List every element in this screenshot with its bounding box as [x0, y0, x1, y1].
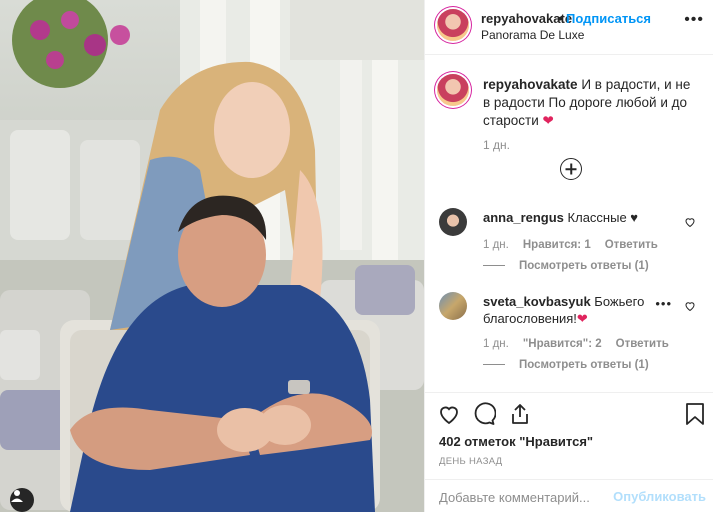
load-more-comments-button[interactable] [560, 158, 582, 180]
photo-illustration [0, 0, 424, 512]
view-replies-button[interactable]: Посмотреть ответы (1) [483, 359, 649, 371]
comment-time[interactable]: 1 дн. [483, 239, 509, 251]
comment-meta: 1 дн. Нравится: 1 Ответить [483, 239, 658, 251]
reply-button[interactable]: Ответить [605, 239, 658, 251]
location-link[interactable]: Panorama De Luxe [481, 28, 584, 42]
caption-author-avatar[interactable] [437, 74, 469, 106]
bookmark-icon[interactable] [684, 402, 706, 426]
view-replies-label: Посмотреть ответы (1) [519, 260, 649, 272]
comment-text: anna_rengus Классные ♥ [483, 209, 683, 226]
comment-time[interactable]: 1 дн. [483, 338, 509, 350]
commenter-avatar[interactable] [439, 208, 467, 236]
likes-count[interactable]: 402 отметок "Нравится" [439, 434, 593, 449]
caption-text: repyahovakate И в радости, и не в радост… [483, 76, 701, 130]
post-photo[interactable] [0, 0, 424, 512]
comment-text: sveta_kovbasyuk Божьего благословения!❤ [483, 293, 673, 327]
separator-dot: • [558, 11, 563, 26]
comment-like-icon[interactable] [684, 216, 696, 228]
comment-likes[interactable]: Нравится: 1 [523, 239, 591, 251]
follow-button[interactable]: Подписаться [566, 11, 651, 26]
comment-meta: 1 дн. "Нравится": 2 Ответить [483, 338, 669, 350]
reply-button[interactable]: Ответить [616, 338, 669, 350]
comment-bubble-icon[interactable] [472, 402, 496, 426]
publish-button[interactable]: Опубликовать [613, 489, 706, 504]
red-heart-emoji: ❤ [576, 311, 588, 326]
comment-body: Классные ♥ [563, 210, 639, 225]
commenter-avatar[interactable] [439, 292, 467, 320]
comment-more-icon[interactable]: ••• [655, 296, 672, 311]
post-date[interactable]: ДЕНЬ НАЗАД [439, 456, 502, 467]
comment-username[interactable]: anna_rengus [483, 210, 564, 225]
replies-line [483, 364, 505, 366]
post-actions: 402 отметок "Нравится" ДЕНЬ НАЗАД Опубли… [425, 392, 713, 513]
post-header: repyahovakate • Подписаться Panorama De … [425, 0, 713, 55]
like-heart-icon[interactable] [437, 402, 461, 426]
more-options-icon[interactable]: ••• [684, 11, 704, 29]
author-avatar[interactable] [437, 9, 469, 41]
post-side-panel: repyahovakate • Подписаться Panorama De … [424, 0, 713, 512]
comment-username[interactable]: sveta_kovbasyuk [483, 294, 591, 309]
view-replies-button[interactable]: Посмотреть ответы (1) [483, 260, 649, 272]
replies-line [483, 265, 505, 267]
caption-username[interactable]: repyahovakate [483, 77, 578, 92]
share-icon[interactable] [508, 402, 532, 426]
comment-likes[interactable]: "Нравится": 2 [523, 338, 602, 350]
red-heart-emoji: ❤ [542, 113, 554, 128]
comment-input[interactable] [437, 489, 611, 506]
caption-time[interactable]: 1 дн. [483, 138, 510, 152]
view-replies-label: Посмотреть ответы (1) [519, 359, 649, 371]
user-tag-icon[interactable] [10, 488, 34, 512]
comment-like-icon[interactable] [684, 300, 696, 312]
add-comment-bar: Опубликовать [425, 479, 713, 514]
